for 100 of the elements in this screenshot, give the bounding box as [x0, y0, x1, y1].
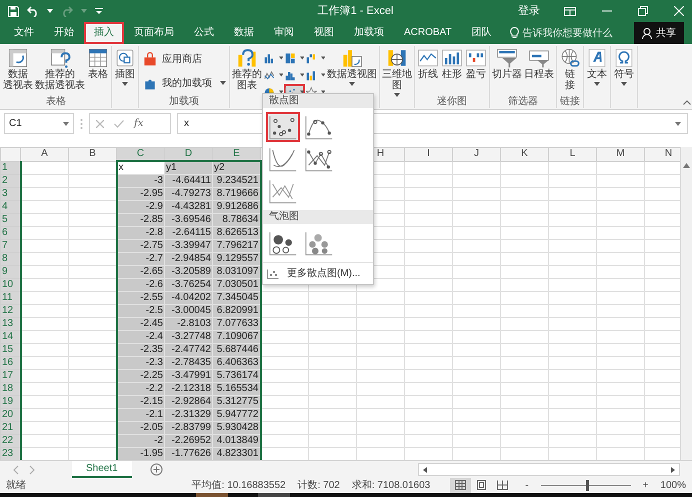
- table-cell[interactable]: -4.64411: [164, 174, 212, 188]
- drag-handle-icon[interactable]: [80, 118, 83, 130]
- insert-function-button[interactable]: fx: [134, 116, 144, 131]
- ribbon-display-icon[interactable]: [564, 6, 576, 16]
- table-cell[interactable]: 4.013849: [212, 434, 260, 448]
- ribbon-button[interactable]: 数据 透视表: [2, 46, 34, 92]
- ribbon-button[interactable]: 我的加载项: [140, 74, 228, 92]
- table-cell[interactable]: 7.109067: [212, 330, 260, 344]
- table-cell[interactable]: -3.47991: [164, 370, 212, 382]
- more-charts-item[interactable]: 更多散点图(M)...: [263, 262, 373, 284]
- column-header[interactable]: D: [164, 148, 212, 161]
- table-cell[interactable]: y1: [164, 161, 212, 174]
- chart-option[interactable]: [266, 112, 300, 142]
- row-header[interactable]: 16: [0, 356, 20, 370]
- column-header[interactable]: M: [596, 148, 644, 161]
- table-cell[interactable]: -2.45: [116, 318, 164, 330]
- table-cell[interactable]: x: [116, 161, 164, 174]
- table-cell[interactable]: 5.687446: [212, 344, 260, 356]
- table-cell[interactable]: -2.25: [116, 370, 164, 382]
- table-cell[interactable]: 6.406363: [212, 356, 260, 370]
- row-header[interactable]: 6: [0, 226, 20, 240]
- zoom-in-button[interactable]: +: [642, 478, 648, 493]
- ribbon-tab[interactable]: 开始: [44, 22, 84, 44]
- table-cell[interactable]: -3: [116, 174, 164, 188]
- ribbon-button[interactable]: 表格: [86, 46, 110, 81]
- scroll-left-icon[interactable]: [423, 466, 427, 472]
- table-cell[interactable]: 5.312775: [212, 396, 260, 408]
- ribbon-button[interactable]: 文本: [585, 46, 609, 87]
- ribbon-button[interactable]: 切片器: [491, 46, 523, 81]
- undo-icon[interactable]: [27, 6, 39, 16]
- ribbon-tab[interactable]: ACROBAT: [394, 22, 462, 44]
- row-header[interactable]: 2: [0, 174, 20, 188]
- table-cell[interactable]: -1.77626: [164, 448, 212, 460]
- table-cell[interactable]: 7.030501: [212, 278, 260, 292]
- table-cell[interactable]: -2.94854: [164, 252, 212, 266]
- table-cell[interactable]: -2.64115: [164, 226, 212, 240]
- save-icon[interactable]: [8, 6, 19, 16]
- table-cell[interactable]: -2.05: [116, 422, 164, 434]
- row-header[interactable]: 23: [0, 448, 20, 460]
- scroll-right-icon[interactable]: [671, 466, 675, 472]
- table-cell[interactable]: 8.031097: [212, 266, 260, 278]
- row-header[interactable]: 10: [0, 278, 20, 292]
- tell-me-search[interactable]: 告诉我你想要做什么: [522, 26, 613, 40]
- table-cell[interactable]: -3.27748: [164, 330, 212, 344]
- horizontal-scrollbar[interactable]: [418, 463, 680, 476]
- table-cell[interactable]: 9.912686: [212, 200, 260, 214]
- row-header[interactable]: 8: [0, 252, 20, 266]
- ribbon-tab[interactable]: 文件: [4, 22, 44, 44]
- table-cell[interactable]: 7.345045: [212, 292, 260, 304]
- ribbon-tab[interactable]: 页面布局: [124, 22, 184, 44]
- sheet-tab[interactable]: Sheet1: [72, 461, 132, 478]
- ribbon-button[interactable]: 三维地 图: [381, 46, 413, 98]
- row-header[interactable]: 12: [0, 304, 20, 318]
- ribbon-button[interactable]: 折线: [416, 46, 440, 81]
- row-header[interactable]: 21: [0, 422, 20, 434]
- sign-in-link[interactable]: 登录: [518, 2, 540, 20]
- ribbon-tab[interactable]: 插入: [84, 22, 124, 44]
- column-header[interactable]: N: [644, 148, 680, 161]
- table-cell[interactable]: -2.8103: [164, 318, 212, 330]
- ribbon-button[interactable]: 链 接: [558, 46, 582, 92]
- table-cell[interactable]: -2.83799: [164, 422, 212, 434]
- row-header[interactable]: 13: [0, 318, 20, 330]
- table-cell[interactable]: -2.7: [116, 252, 164, 266]
- column-header[interactable]: I: [404, 148, 452, 161]
- ribbon-button[interactable]: 柱形: [440, 46, 464, 81]
- row-header[interactable]: 18: [0, 382, 20, 396]
- ribbon-button[interactable]: 推荐的 图表: [231, 46, 263, 92]
- ribbon-tab[interactable]: 加载项: [344, 22, 394, 44]
- row-header[interactable]: 4: [0, 200, 20, 214]
- row-header[interactable]: 5: [0, 214, 20, 226]
- table-cell[interactable]: -2.85: [116, 214, 164, 226]
- row-header[interactable]: 9: [0, 266, 20, 278]
- table-cell[interactable]: 7.077633: [212, 318, 260, 330]
- column-header[interactable]: L: [548, 148, 596, 161]
- table-cell[interactable]: y2: [212, 161, 260, 174]
- restore-icon[interactable]: [638, 6, 648, 16]
- table-cell[interactable]: 6.820991: [212, 304, 260, 318]
- column-header[interactable]: E: [212, 148, 260, 161]
- table-cell[interactable]: -2.2: [116, 382, 164, 396]
- column-header[interactable]: A: [20, 148, 68, 161]
- row-header[interactable]: 17: [0, 370, 20, 382]
- table-cell[interactable]: 4.823301: [212, 448, 260, 460]
- table-cell[interactable]: -2.26952: [164, 434, 212, 448]
- table-cell[interactable]: -2.65: [116, 266, 164, 278]
- column-header[interactable]: C: [116, 148, 164, 161]
- ribbon-tab[interactable]: 公式: [184, 22, 224, 44]
- ribbon-tab[interactable]: 数据: [224, 22, 264, 44]
- row-header[interactable]: 15: [0, 344, 20, 356]
- table-cell[interactable]: 8.626513: [212, 226, 260, 240]
- table-cell[interactable]: -2.1: [116, 408, 164, 422]
- table-cell[interactable]: 8.78634: [212, 214, 260, 226]
- row-header[interactable]: 22: [0, 434, 20, 448]
- ribbon-button[interactable]: 插图: [113, 46, 137, 87]
- table-cell[interactable]: -3.39947: [164, 240, 212, 252]
- table-cell[interactable]: -3.76254: [164, 278, 212, 292]
- table-cell[interactable]: -2.35: [116, 344, 164, 356]
- table-cell[interactable]: -3.69546: [164, 214, 212, 226]
- table-cell[interactable]: 5.736174: [212, 370, 260, 382]
- row-header[interactable]: 3: [0, 188, 20, 200]
- table-cell[interactable]: -3.20589: [164, 266, 212, 278]
